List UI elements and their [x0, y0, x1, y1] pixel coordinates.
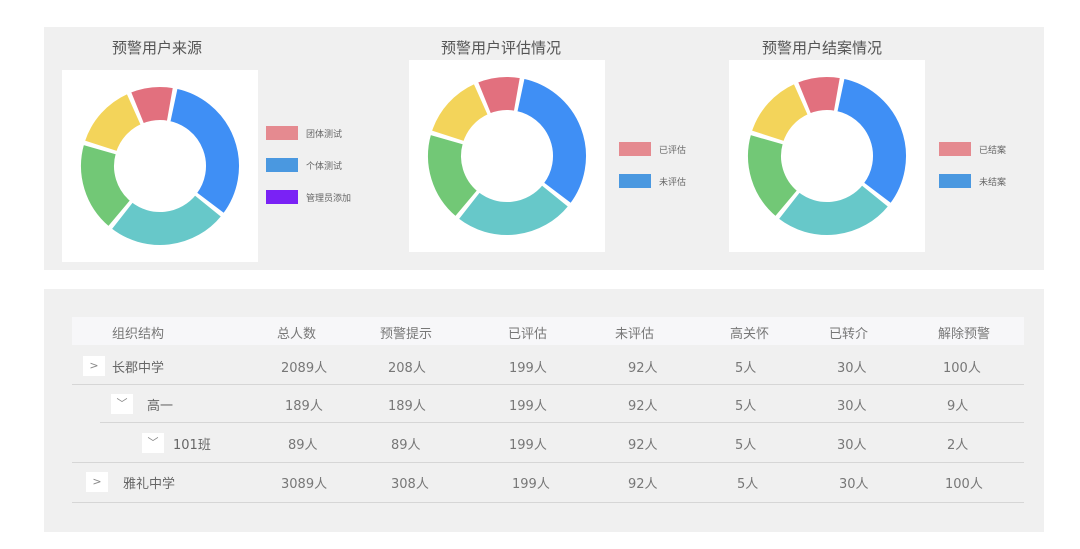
- row-divider: [72, 502, 1024, 503]
- header-not-evaluated: 未评估: [615, 327, 655, 342]
- header-total: 总人数: [277, 327, 317, 342]
- expand-toggle-icon[interactable]: >: [83, 356, 105, 376]
- org-name[interactable]: 101班: [173, 434, 211, 453]
- legend-label: 未评估: [659, 178, 687, 188]
- legend-label: 管理员添加: [306, 194, 352, 204]
- chart-source-donut[interactable]: [62, 70, 258, 262]
- legend-label: 个体测试: [306, 162, 343, 172]
- legend-label: 已结案: [979, 146, 1007, 156]
- cell-not-evaluated: 92人: [628, 361, 658, 376]
- cell-total: 89人: [288, 438, 318, 453]
- header-warning: 预警提示: [380, 327, 433, 342]
- charts-panel: 预警用户来源 团体测试 个体测试 管理员添加 预警用户评估情况 已评估 未评估: [44, 27, 1044, 270]
- header-org-structure: 组织结构: [112, 327, 165, 342]
- legend-swatch: [266, 158, 298, 172]
- donut-svg: [746, 75, 908, 237]
- chart-title-evaluation: 预警用户评估情况: [441, 39, 562, 57]
- table-row: ﹀ 高一 189人 189人 199人 92人 5人 30人 9人: [72, 385, 1024, 423]
- table-row: ﹀ 101班 89人 89人 199人 92人 5人 30人 2人: [72, 423, 1024, 463]
- collapse-toggle-icon[interactable]: ﹀: [111, 394, 133, 414]
- statistics-table-panel: 组织结构 总人数 预警提示 已评估 未评估 高关怀 已转介 解除预警 > 长郡中…: [44, 289, 1044, 532]
- cell-high-care: 5人: [735, 438, 757, 453]
- cell-referred: 30人: [839, 477, 869, 492]
- legend-label: 团体测试: [306, 130, 343, 140]
- cell-warning-cleared: 2人: [947, 438, 969, 453]
- chart-closure-donut[interactable]: [729, 60, 925, 252]
- header-evaluated: 已评估: [508, 327, 548, 342]
- cell-high-care: 5人: [735, 361, 757, 376]
- donut-svg: [79, 85, 241, 247]
- legend-swatch: [266, 126, 298, 140]
- expand-toggle-icon[interactable]: >: [86, 472, 108, 492]
- cell-warning: 308人: [391, 477, 429, 492]
- cell-total: 3089人: [281, 477, 328, 492]
- cell-referred: 30人: [837, 399, 867, 414]
- cell-warning-cleared: 100人: [943, 361, 981, 376]
- table-row: > 雅礼中学 3089人 308人 199人 92人 5人 30人 100人: [72, 463, 1024, 503]
- cell-warning: 189人: [388, 399, 426, 414]
- cell-evaluated: 199人: [509, 399, 547, 414]
- donut-segment[interactable]: [515, 76, 588, 206]
- cell-warning: 208人: [388, 361, 426, 376]
- cell-not-evaluated: 92人: [628, 438, 658, 453]
- legend-swatch: [266, 190, 298, 204]
- cell-warning-cleared: 9人: [947, 399, 969, 414]
- cell-referred: 30人: [837, 438, 867, 453]
- header-referred: 已转介: [829, 327, 869, 342]
- chart-title-source: 预警用户来源: [112, 39, 203, 57]
- donut-segment[interactable]: [835, 76, 908, 206]
- cell-not-evaluated: 92人: [628, 399, 658, 414]
- table-header: 组织结构 总人数 预警提示 已评估 未评估 高关怀 已转介 解除预警: [72, 317, 1024, 345]
- cell-warning: 89人: [391, 438, 421, 453]
- org-name[interactable]: 高一: [147, 395, 173, 414]
- org-name[interactable]: 长郡中学: [112, 357, 164, 376]
- cell-total: 189人: [285, 399, 323, 414]
- collapse-toggle-icon[interactable]: ﹀: [142, 433, 164, 453]
- header-warning-cleared: 解除预警: [938, 327, 991, 342]
- cell-high-care: 5人: [737, 477, 759, 492]
- legend-swatch: [939, 174, 971, 188]
- donut-svg: [426, 75, 588, 237]
- legend-swatch: [619, 174, 651, 188]
- legend-label: 未结案: [979, 178, 1007, 188]
- legend-swatch: [619, 142, 651, 156]
- header-high-care: 高关怀: [730, 327, 770, 342]
- table-row: > 长郡中学 2089人 208人 199人 92人 5人 30人 100人: [72, 347, 1024, 385]
- legend-swatch: [939, 142, 971, 156]
- cell-evaluated: 199人: [512, 477, 550, 492]
- cell-referred: 30人: [837, 361, 867, 376]
- cell-not-evaluated: 92人: [628, 477, 658, 492]
- donut-segment[interactable]: [168, 86, 241, 216]
- cell-evaluated: 199人: [509, 361, 547, 376]
- legend-label: 已评估: [659, 146, 687, 156]
- chart-evaluation-donut[interactable]: [409, 60, 605, 252]
- cell-total: 2089人: [281, 361, 328, 376]
- cell-high-care: 5人: [735, 399, 757, 414]
- cell-warning-cleared: 100人: [945, 477, 983, 492]
- chart-title-closure: 预警用户结案情况: [762, 39, 883, 57]
- cell-evaluated: 199人: [509, 438, 547, 453]
- org-name[interactable]: 雅礼中学: [123, 473, 175, 492]
